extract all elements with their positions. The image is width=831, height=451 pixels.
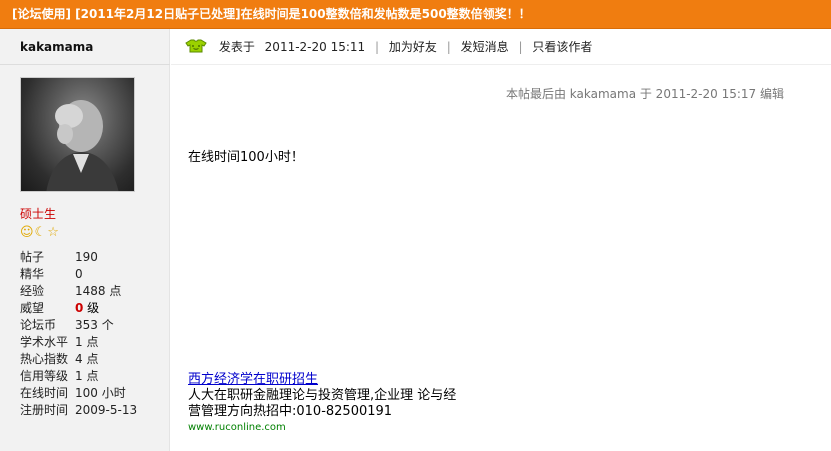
avatar-portrait-image [46,100,119,191]
rank-stars-icon: ☺☾☆ [20,225,60,240]
header-divider: | [518,40,523,54]
posted-label: 发表于 [218,40,255,54]
author-sidebar: kakamama 硕士生 ☺☾☆ 帖子 190 精华 0 经验 1488 点 威望 0 … [0,29,170,451]
header-divider: | [446,40,451,54]
sidebar-divider [0,64,170,65]
send-message-link[interactable]: 发短消息 [461,40,509,54]
ad-block: 西方经济学在职研招生 人大在职研金融理论与投资管理,企业理 论与经 营管理方向热… [188,372,456,436]
ad-url-link[interactable]: www.ruconline.com [188,420,456,436]
author-username[interactable]: kakamama [20,40,93,54]
author-avatar[interactable] [20,77,135,192]
edit-note: 本帖最后由 kakamama 于 2011-2-20 15:17 编辑 [505,87,784,101]
stat-row-coins: 论坛币 353 个 [20,318,114,332]
stat-row-online-time: 在线时间 100 小时 [20,386,126,400]
thread-title-bar: [论坛使用] [2011年2月12日贴子已处理]在线时间是100整数倍和发帖数是… [0,0,831,29]
post-content-area: 发表于 2011-2-20 15:11 | 加为好友 | 发短消息 | 只看该作… [171,29,831,451]
post-header: 发表于 2011-2-20 15:11 | 加为好友 | 发短消息 | 只看该作… [171,29,831,65]
add-friend-link[interactable]: 加为好友 [389,40,437,54]
stat-row-prestige: 威望 0 级 [20,301,100,315]
ad-title-link[interactable]: 西方经济学在职研招生 [188,372,456,388]
author-stats: 帖子 190 精华 0 经验 1488 点 威望 0 级 论坛币 353 个 学术水平 1 … [20,249,137,419]
stat-row-experience: 经验 1488 点 [20,284,122,298]
stat-row-digest: 精华 0 [20,267,83,281]
shirt-icon [185,31,207,53]
post-body-text: 在线时间100小时！ [188,150,304,165]
only-author-link[interactable]: 只看该作者 [532,40,592,54]
stat-row-posts: 帖子 190 [20,250,98,264]
stat-row-academic: 学术水平 1 点 [20,335,99,349]
ad-text-line: 营管理方向热招中:010-82500191 [188,404,393,419]
author-rank: 硕士生 [20,207,57,221]
thread-title: [论坛使用] [2011年2月12日贴子已处理]在线时间是100整数倍和发帖数是… [12,7,531,21]
ad-text-line: 人大在职研金融理论与投资管理,企业理 论与经 [188,388,457,403]
stat-row-registered: 注册时间 2009-5-13 [20,403,138,417]
stat-row-enthusiasm: 热心指数 4 点 [20,352,99,366]
header-divider: | [375,40,380,54]
posted-time: 2011-2-20 15:11 [264,40,366,54]
stat-row-credit: 信用等级 1 点 [20,369,99,383]
